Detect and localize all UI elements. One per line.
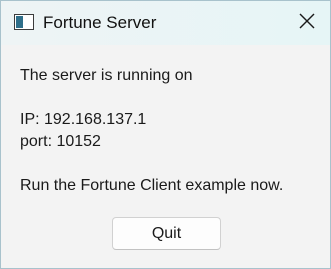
close-button[interactable] xyxy=(284,1,330,45)
dialog-window: Fortune Server The server is running on … xyxy=(0,0,331,269)
ip-address-line: IP: 192.168.137.1 xyxy=(20,111,147,128)
close-icon xyxy=(299,13,315,34)
message-text: The server is running on IP: 192.168.137… xyxy=(20,65,283,197)
quit-button[interactable]: Quit xyxy=(112,217,221,250)
app-window-icon xyxy=(14,14,34,30)
status-line: The server is running on xyxy=(20,67,193,84)
port-line: port: 10152 xyxy=(20,133,101,150)
window-title: Fortune Server xyxy=(43,13,157,32)
title-bar[interactable]: Fortune Server xyxy=(1,1,330,45)
instruction-line: Run the Fortune Client example now. xyxy=(20,177,284,194)
